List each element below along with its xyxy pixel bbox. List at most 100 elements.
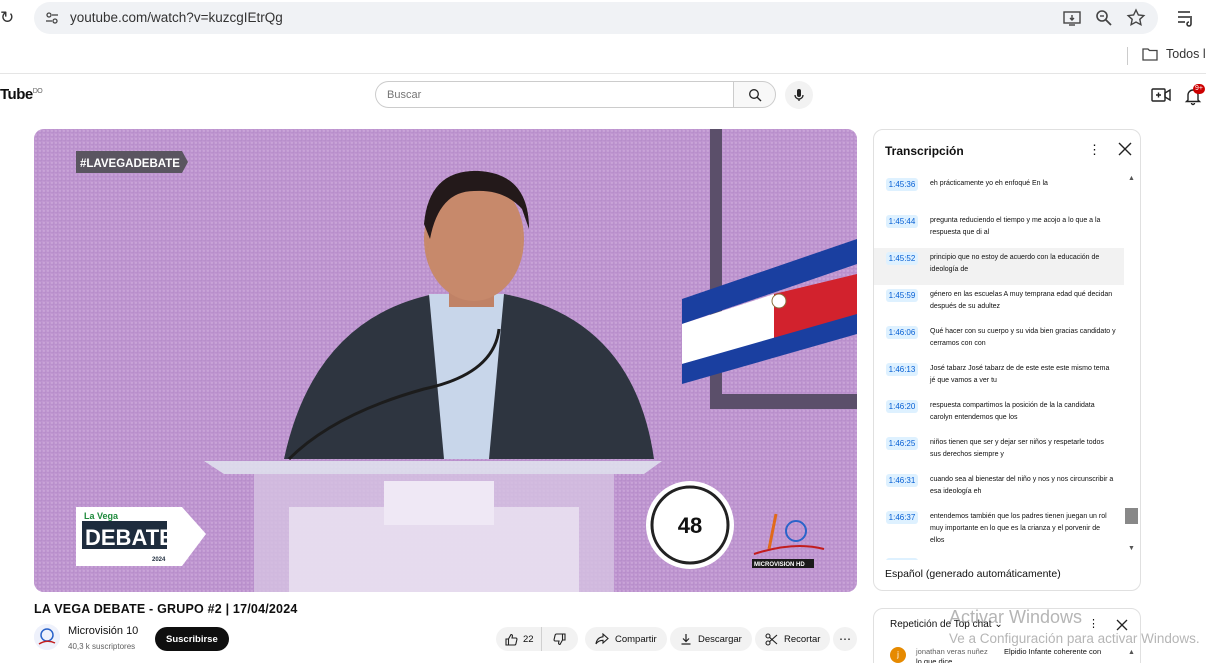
logo-main-text: DEBATE	[85, 525, 174, 550]
channel-name[interactable]: Microvisión 10	[68, 625, 138, 637]
reload-icon[interactable]: ↻	[0, 9, 18, 27]
transcript-segment[interactable]: 1:46:37 entendemos también que los padres…	[874, 507, 1124, 554]
segment-timestamp[interactable]: 1:45:36	[886, 178, 918, 191]
scroll-down-arrow-icon[interactable]: ▼	[1128, 545, 1136, 552]
microphone-icon	[794, 89, 804, 101]
chat-close-icon[interactable]	[1115, 618, 1129, 632]
download-label: Descargar	[698, 633, 742, 645]
hashtag-text: #LAVEGADEBATE	[80, 158, 180, 170]
segment-timestamp[interactable]: 1:46:25	[886, 437, 918, 450]
search-icon	[748, 88, 761, 101]
transcript-language-selector[interactable]: Español (generado automáticamente)	[885, 568, 1061, 580]
like-count: 22	[523, 633, 534, 645]
segment-text: género en las escuelas A muy temprana ed…	[930, 291, 1113, 310]
share-button[interactable]: Compartir	[585, 627, 667, 651]
transcript-menu-icon[interactable]: ⋮	[1088, 142, 1101, 158]
transcript-segment[interactable]: 1:46:45 pero los niños hay que dejarlo he…	[874, 554, 1124, 560]
clip-label: Recortar	[784, 633, 821, 645]
folder-icon	[1142, 48, 1158, 61]
site-info-icon[interactable]	[44, 10, 60, 26]
logo-country: DO	[32, 88, 43, 95]
video-player[interactable]: #LAVEGADEBATE La Vega DEBATE 2024 48 MIC…	[34, 129, 857, 592]
chat-author-avatar: j	[890, 647, 906, 663]
download-button[interactable]: Descargar	[670, 627, 752, 651]
transcript-segment[interactable]: 1:45:36 eh prácticamente yo eh enfoqué En…	[874, 174, 1124, 211]
logo-year-text: 2024	[152, 557, 166, 563]
transcript-segment[interactable]: 1:46:31 cuando sea al bienestar del niño …	[874, 470, 1124, 507]
address-bar[interactable]: youtube.com/watch?v=kuzcgIEtrQg	[34, 2, 1158, 34]
segment-timestamp[interactable]: 1:45:59	[886, 289, 918, 302]
bookmark-folder-label: Todos los	[1166, 47, 1206, 61]
segment-text: entendemos también que los padres tienen…	[930, 513, 1107, 544]
voice-search-button[interactable]	[785, 81, 813, 109]
chat-scroll-up-icon[interactable]: ▲	[1128, 649, 1135, 656]
segment-text: respuesta compartimos la posición de la …	[930, 402, 1095, 421]
reading-list-icon[interactable]	[1176, 8, 1196, 28]
segment-text: niños tienen que ser y dejar ser niños y…	[930, 439, 1104, 458]
segment-timestamp[interactable]: 1:46:13	[886, 363, 918, 376]
zoom-icon[interactable]	[1094, 8, 1114, 28]
thumbs-up-icon	[505, 633, 518, 646]
segment-timestamp[interactable]: 1:45:44	[886, 215, 918, 228]
bookmark-folder[interactable]: Todos los	[1142, 47, 1206, 61]
transcript-segment[interactable]: 1:46:25 niños tienen que ser y dejar ser …	[874, 433, 1124, 470]
scroll-up-arrow-icon[interactable]: ▲	[1128, 175, 1136, 182]
transcript-segment[interactable]: 1:46:06 Qué hacer con su cuerpo y su vida…	[874, 322, 1124, 359]
search-button[interactable]	[733, 81, 776, 108]
windows-activation-watermark: Activar Windows	[949, 607, 1083, 627]
create-video-icon[interactable]	[1151, 86, 1171, 104]
browser-toolbar: ↻ youtube.com/watch?v=kuzcgIEtrQg	[0, 0, 1206, 38]
youtube-logo[interactable]: TubeDO	[0, 86, 43, 103]
more-horizontal-icon: ⋯	[839, 632, 851, 646]
bookmark-star-icon[interactable]	[1126, 8, 1146, 28]
segment-timestamp[interactable]: 1:46:37	[886, 511, 918, 524]
segment-text: pregunta reduciendo el tiempo y me acojo…	[930, 217, 1101, 236]
segment-text: cuando sea al bienestar del niño y nos y…	[930, 476, 1114, 495]
clip-button[interactable]: Recortar	[755, 627, 831, 651]
segment-text: eh prácticamente yo eh enfoqué En la	[930, 180, 1048, 187]
download-icon	[681, 634, 691, 645]
video-frame: #LAVEGADEBATE La Vega DEBATE 2024 48 MIC…	[34, 129, 857, 592]
segment-timestamp[interactable]: 1:46:31	[886, 474, 918, 487]
video-title: LA VEGA DEBATE - GRUPO #2 | 17/04/2024	[34, 602, 298, 616]
share-label: Compartir	[615, 633, 657, 645]
subscribe-button[interactable]: Suscribirse	[155, 627, 229, 651]
segment-text: pero los niños hay que dejarlo hermosa R…	[930, 558, 1116, 560]
chat-message: Elpidio Infante coherente con lo que dic…	[916, 647, 1102, 663]
segment-timestamp[interactable]: 1:46:06	[886, 326, 918, 339]
segment-timestamp[interactable]: 1:46:45	[886, 558, 918, 560]
logo-top-text: La Vega	[84, 511, 119, 521]
search-bar	[375, 81, 776, 108]
chat-menu-icon[interactable]: ⋮	[1088, 617, 1099, 631]
search-input[interactable]	[375, 81, 734, 108]
scrollbar-thumb[interactable]	[1125, 508, 1138, 524]
timer-value: 48	[678, 513, 702, 538]
transcript-segment[interactable]: 1:45:44 pregunta reduciendo el tiempo y m…	[874, 211, 1124, 248]
transcript-segment[interactable]: 1:45:59 género en las escuelas A muy temp…	[874, 285, 1124, 322]
scissors-icon	[765, 632, 778, 646]
logo-text: Tube	[0, 86, 33, 103]
transcript-segment-list: 1:45:36 eh prácticamente yo eh enfoqué En…	[874, 174, 1124, 560]
segment-timestamp[interactable]: 1:46:20	[886, 400, 918, 413]
segment-text: José tabarz José tabarz de de este este …	[930, 365, 1110, 384]
channel-avatar[interactable]	[34, 624, 60, 650]
windows-activation-subtext: Ve a Configuración para activar Windows.	[949, 631, 1200, 646]
bookmarks-bar: Todos los	[0, 38, 1206, 74]
segment-timestamp[interactable]: 1:45:52	[886, 252, 918, 265]
more-actions-button[interactable]: ⋯	[833, 627, 857, 651]
dislike-button[interactable]	[542, 627, 577, 651]
transcript-segment[interactable]: 1:45:52 principio que no estoy de acuerdo…	[874, 248, 1124, 285]
url-text[interactable]: youtube.com/watch?v=kuzcgIEtrQg	[70, 10, 283, 25]
segment-text: Qué hacer con su cuerpo y su vida bien g…	[930, 328, 1116, 347]
broadcaster-text: MICROVISION HD	[754, 562, 805, 568]
transcript-title: Transcripción	[885, 144, 964, 158]
like-button[interactable]: 22	[496, 627, 542, 651]
segment-text: principio que no estoy de acuerdo con la…	[930, 254, 1100, 273]
notification-count-badge: 9+	[1193, 84, 1205, 94]
transcript-segment[interactable]: 1:46:13 José tabarz José tabarz de de est…	[874, 359, 1124, 396]
transcript-panel: Transcripción ⋮ 1:45:36 eh prácticamente …	[873, 129, 1141, 591]
close-icon[interactable]	[1117, 141, 1133, 157]
channel-logo-icon	[34, 624, 60, 650]
install-app-icon[interactable]	[1062, 8, 1082, 28]
transcript-segment[interactable]: 1:46:20 respuesta compartimos la posición…	[874, 396, 1124, 433]
